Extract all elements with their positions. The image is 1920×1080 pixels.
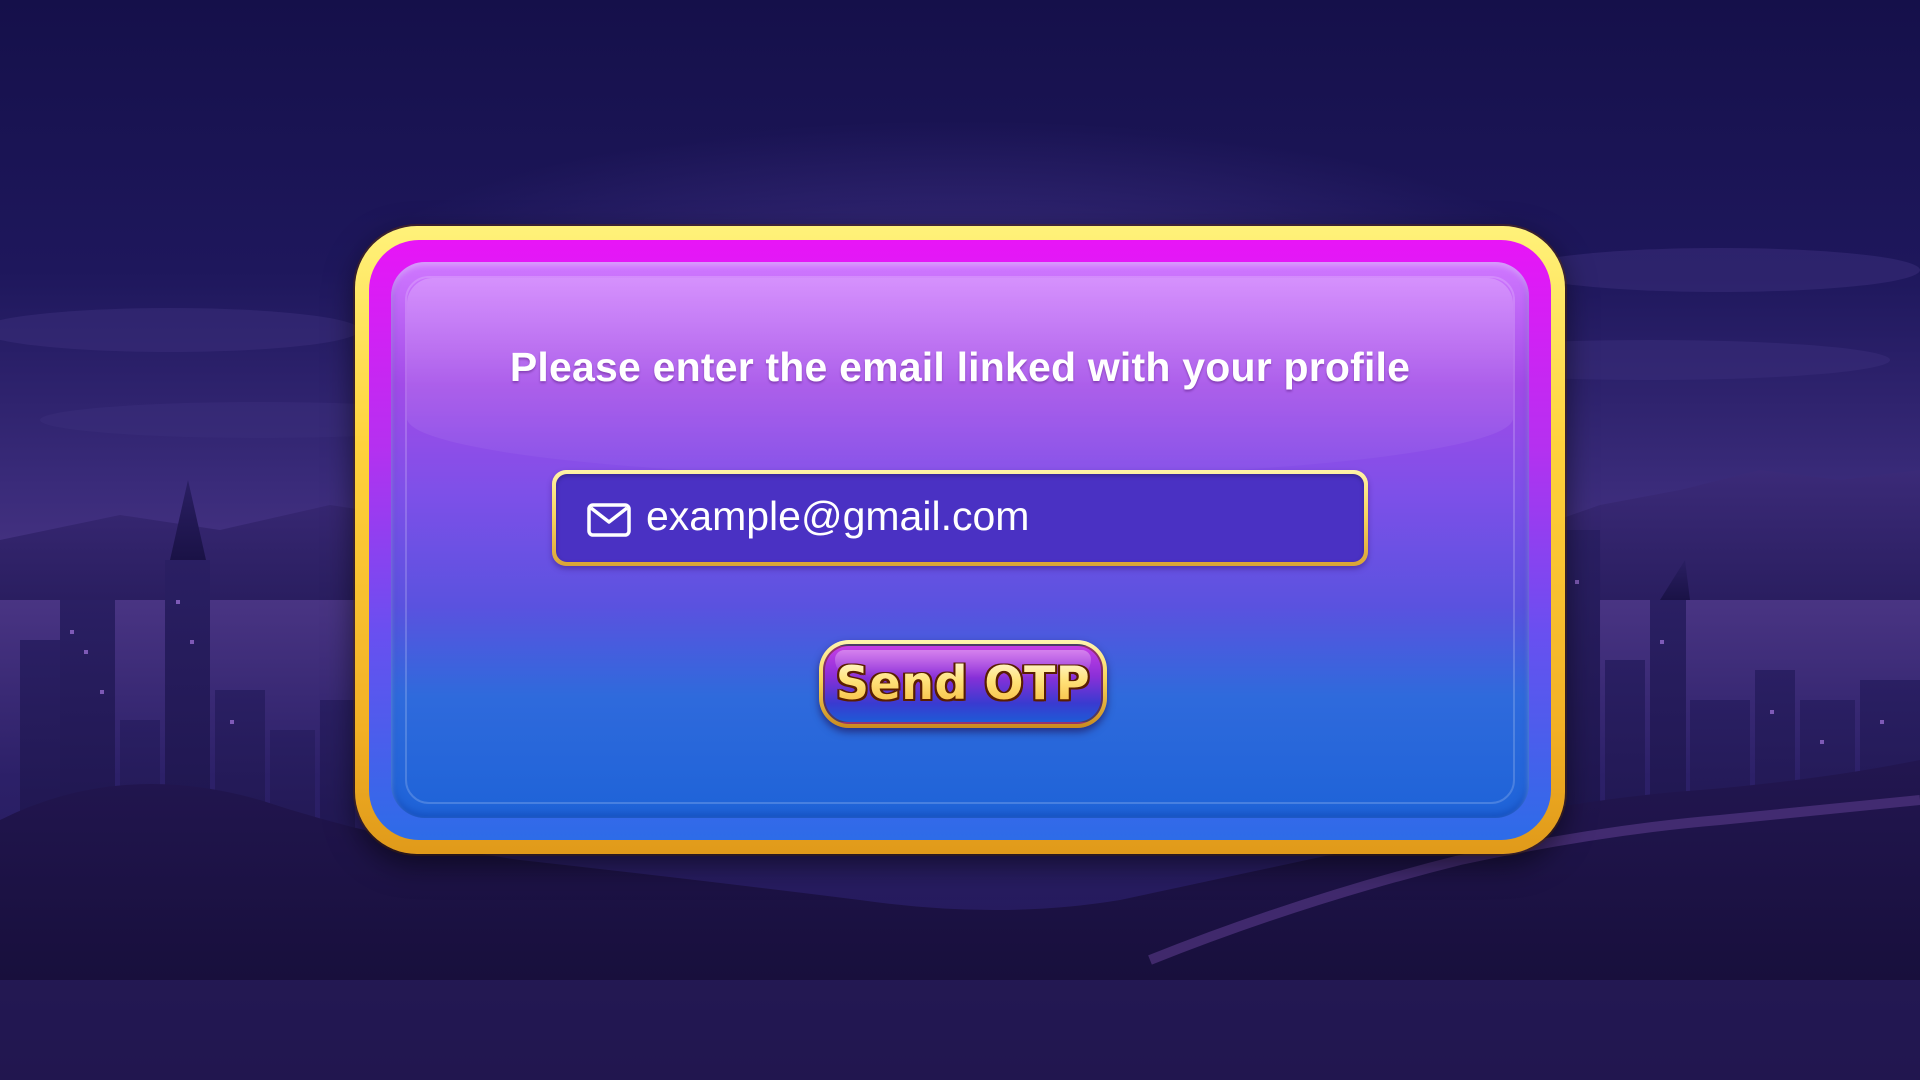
- dialog-prompt: Please enter the email linked with your …: [509, 344, 1411, 390]
- send-otp-button-face[interactable]: Send OTP: [823, 644, 1103, 724]
- email-field[interactable]: example@gmail.com: [552, 470, 1368, 566]
- email-otp-dialog: Please enter the email linked with your …: [355, 226, 1565, 854]
- send-otp-label: Send OTP: [835, 656, 1091, 710]
- email-value[interactable]: example@gmail.com: [646, 493, 1029, 540]
- send-otp-button[interactable]: Send OTP: [819, 640, 1107, 728]
- email-input[interactable]: example@gmail.com: [556, 474, 1364, 562]
- mail-icon: [587, 503, 631, 537]
